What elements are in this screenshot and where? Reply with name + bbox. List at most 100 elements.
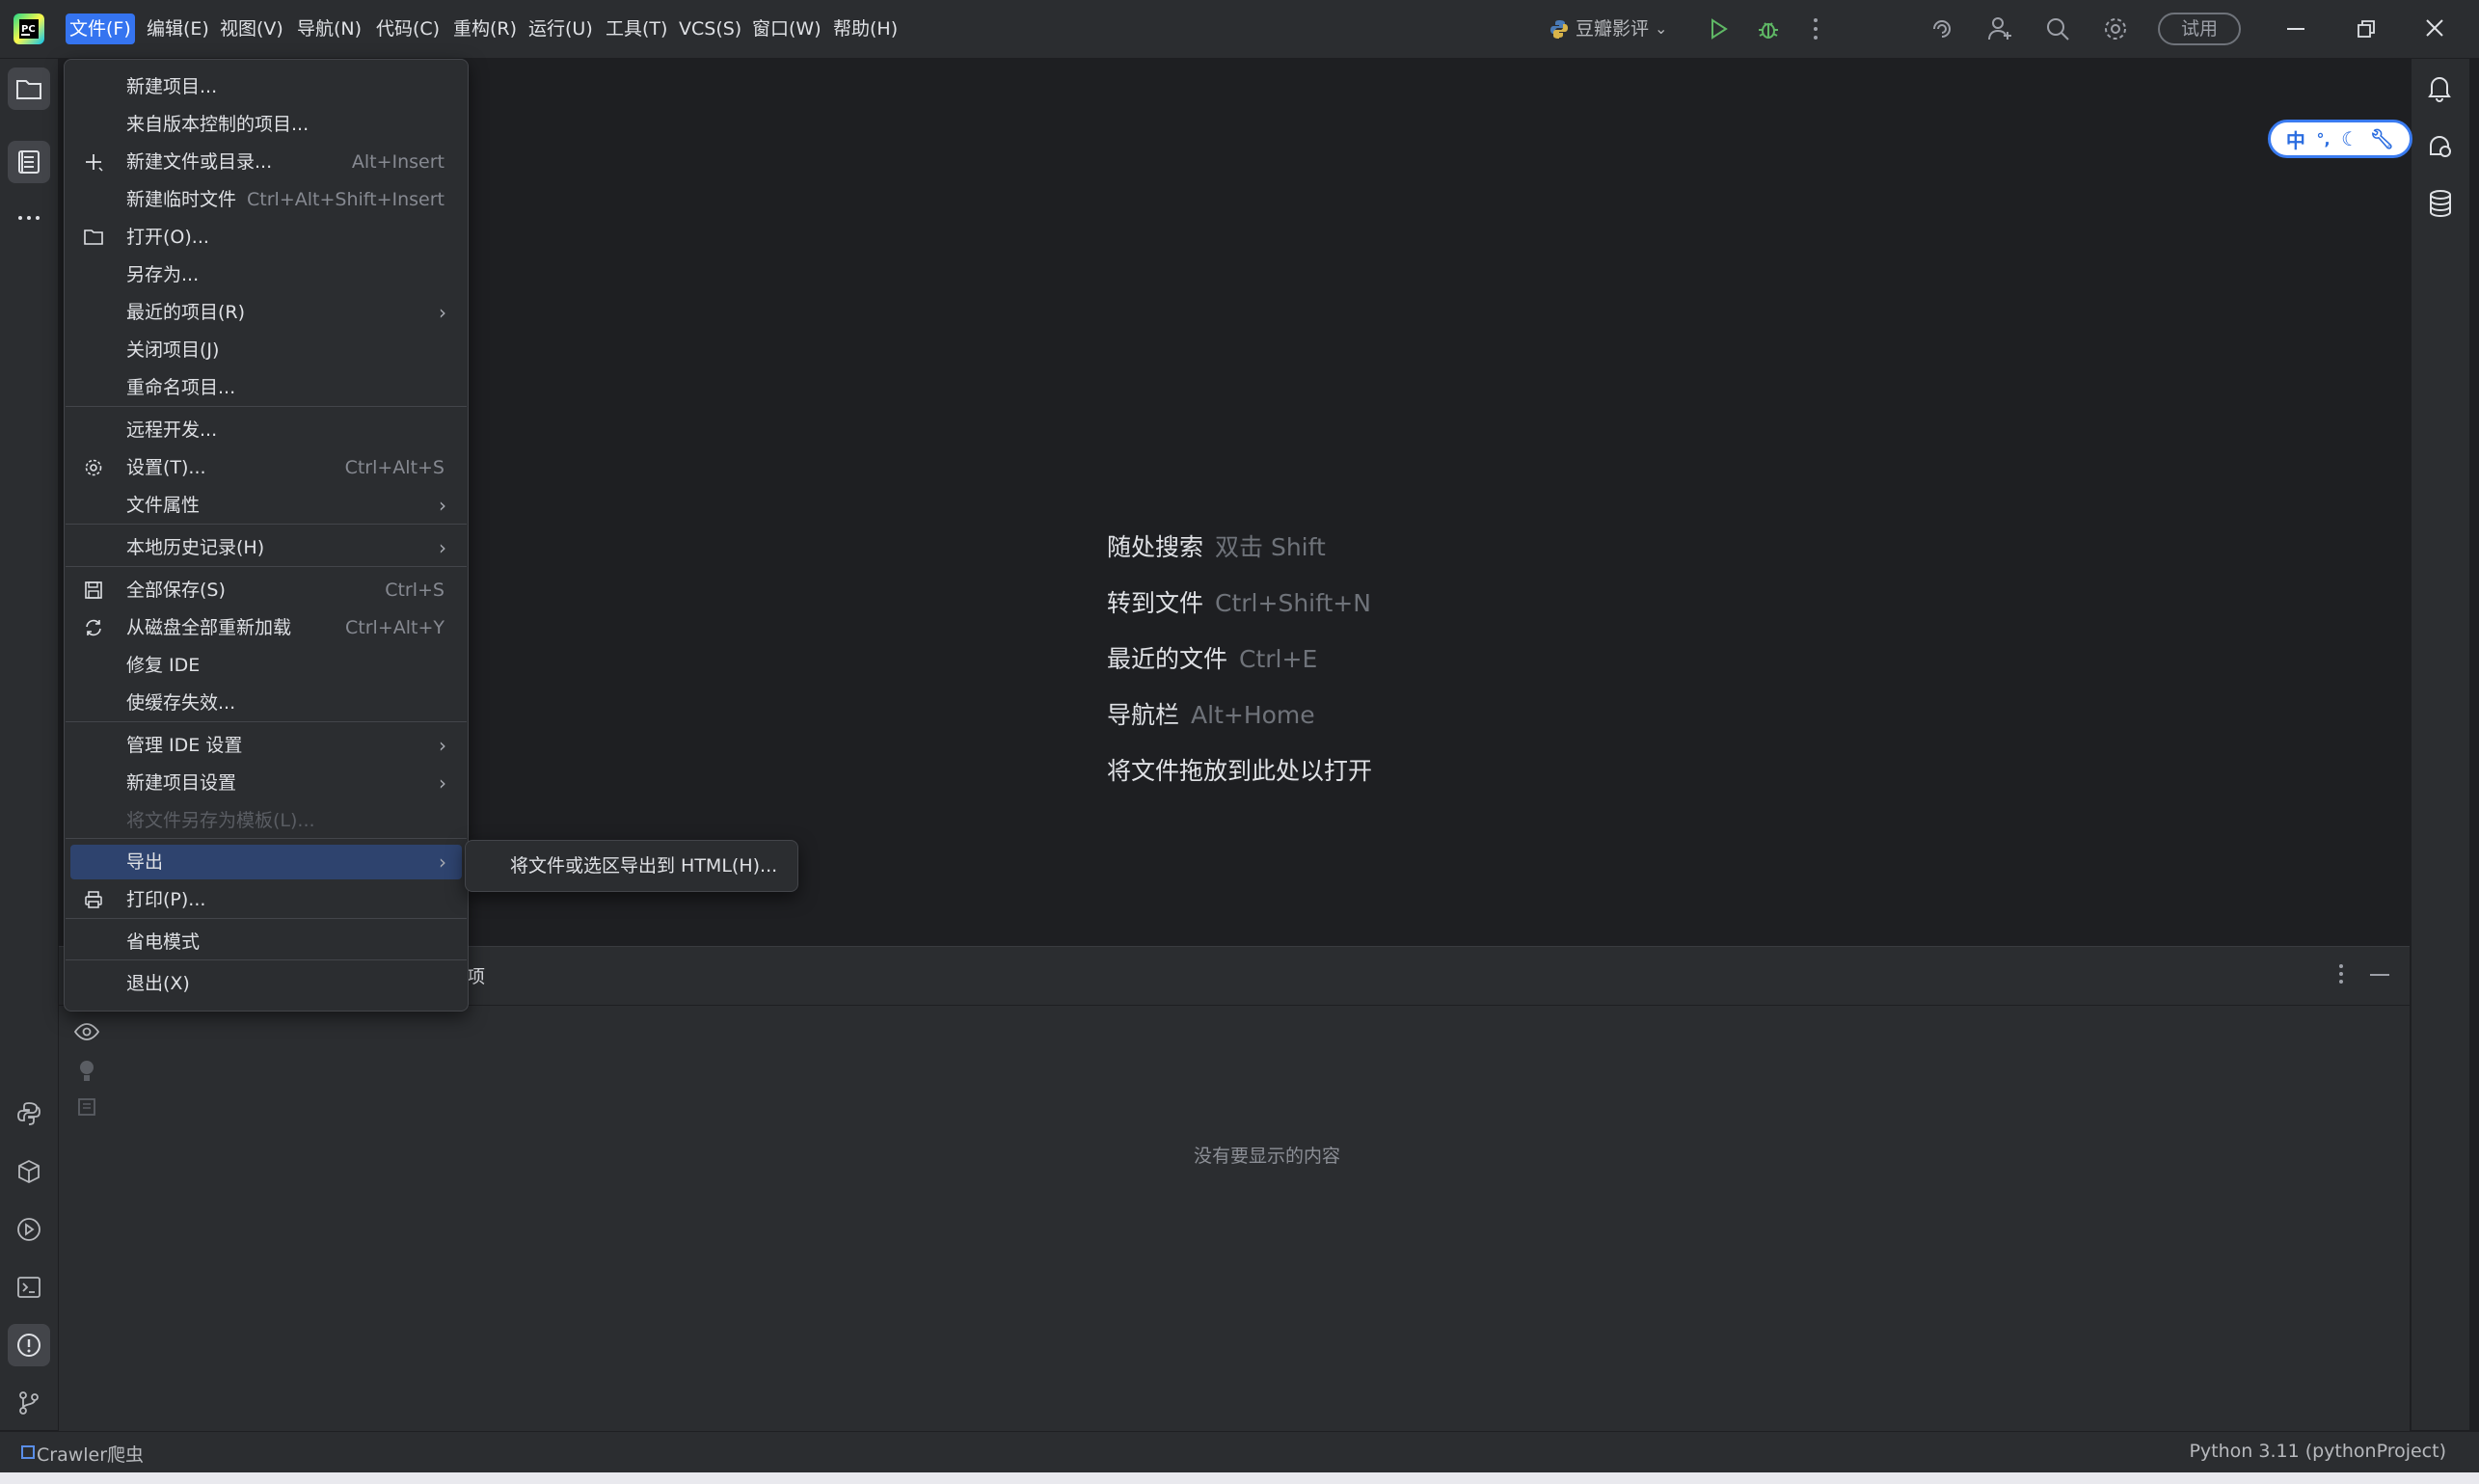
ime-toolbar[interactable]: 中 °, ☾ 🔧︎ [2268,120,2412,158]
problems-button[interactable] [8,1324,50,1366]
menu-item-label: 修复 IDE [126,655,201,676]
menu-item-label: 导出 [126,851,164,873]
file-menu-item[interactable]: 新建项目... [70,69,462,104]
menu-8[interactable]: 工具(T) [602,13,671,44]
menu-separator [66,721,467,722]
menu-5[interactable]: 代码(C) [372,13,444,44]
svg-text:PC: PC [21,24,36,35]
menu-9[interactable]: VCS(S) [675,13,745,44]
restore-icon[interactable] [2357,19,2376,39]
file-menu-item[interactable]: 关闭项目(J) [70,333,462,367]
tool-window-tab[interactable]: 项 [467,962,485,988]
empty-state-text: 没有要显示的内容 [1194,1146,1341,1167]
folder-icon [84,228,103,247]
menu-separator [66,918,467,919]
menu-item-label: 省电模式 [126,931,201,953]
file-menu-item[interactable]: 全部保存(S) Ctrl+S [70,573,462,607]
wrench-icon[interactable]: 🔧︎ [2370,127,2394,150]
terminal-button[interactable] [8,1266,50,1309]
hint-label: 导航栏 [1107,701,1180,729]
menu-1[interactable]: 文件(F) [66,13,135,44]
menu-3[interactable]: 视图(V) [216,13,287,44]
export-submenu: 将文件或选区导出到 HTML(H)... [465,840,798,892]
menu-6[interactable]: 重构(R) [449,13,521,44]
panel-options-icon[interactable] [2337,962,2345,985]
file-menu-item[interactable]: 设置(T)... Ctrl+Alt+S [70,450,462,485]
ellipsis-icon [18,216,40,220]
moon-icon[interactable]: ☾ [2341,127,2358,150]
python-console-button[interactable] [8,1093,50,1135]
menu-item-label: 新建临时文件 [126,189,237,210]
git-branch-icon [19,1391,39,1415]
hint-label: 将文件拖放到此处以打开 [1107,757,1373,785]
eye-icon[interactable] [73,1021,100,1042]
file-menu-item[interactable]: 远程开发... [70,413,462,447]
pycharm-logo-icon[interactable]: PC [13,13,44,44]
close-icon[interactable] [2424,17,2445,39]
project-breadcrumb[interactable]: Crawler爬虫 [37,1441,144,1467]
add-user-icon[interactable] [1986,14,2015,43]
file-menu-item[interactable]: 修复 IDE [70,648,462,683]
file-menu-item[interactable]: 从磁盘全部重新加载 Ctrl+Alt+Y [70,610,462,645]
file-menu-item[interactable]: 管理 IDE 设置 › [70,728,462,763]
run-icon[interactable] [1707,17,1730,40]
hint-row: 导航栏 Alt+Home [1107,696,1315,731]
export-to-html-item[interactable]: 将文件或选区导出到 HTML(H)... [510,841,777,891]
file-menu-item[interactable]: 省电模式 [70,925,462,959]
file-menu-item[interactable]: 来自版本控制的项目... [70,107,462,142]
settings-gear-icon[interactable] [2102,15,2129,42]
menu-10[interactable]: 窗口(W) [748,13,825,44]
menu-item-label: 新建文件或目录... [126,151,273,173]
services-button[interactable] [8,1208,50,1251]
menu-item-label: 新建项目设置 [126,772,237,794]
file-menu-item[interactable]: 最近的项目(R) › [70,295,462,330]
notifications-bell-icon[interactable] [2426,73,2453,102]
git-button[interactable] [8,1382,50,1424]
ai-assistant-icon[interactable] [1928,15,1955,42]
file-menu-item[interactable]: 退出(X) [70,966,462,1001]
hide-panel-icon[interactable] [2370,974,2389,976]
file-menu-item[interactable]: 另存为... [70,257,462,292]
interpreter-selector[interactable]: Python 3.11 (pythonProject) [2189,1441,2446,1462]
python-packages-button[interactable] [8,1150,50,1193]
trial-button[interactable]: 试用 [2158,13,2241,45]
search-icon[interactable] [2044,15,2071,42]
file-menu-item[interactable]: 新建临时文件 Ctrl+Alt+Shift+Insert [70,182,462,217]
file-menu-item[interactable]: 导出 › [70,845,462,879]
file-menu-item[interactable]: 使缓存失效... [70,686,462,720]
file-menu-item[interactable]: 重命名项目... [70,370,462,405]
project-tool-button[interactable] [8,67,50,110]
menu-item-label: 另存为... [126,264,200,285]
chevron-right-icon: › [439,771,446,795]
more-tools-button[interactable] [8,197,50,239]
database-icon[interactable] [2428,189,2453,218]
debug-icon[interactable] [1756,16,1781,41]
menu-11[interactable]: 帮助(H) [829,13,902,44]
ai-chat-icon[interactable] [2426,132,2455,161]
file-menu-item[interactable]: 新建文件或目录... Alt+Insert [70,145,462,179]
hint-label: 随处搜索 [1107,533,1204,561]
more-options-icon[interactable] [1811,15,1820,42]
ime-mode-label[interactable]: 中 [2286,125,2305,153]
menu-7[interactable]: 运行(U) [525,13,597,44]
file-menu-item[interactable]: 打开(O)... [70,220,462,255]
python-console-icon [17,1102,40,1125]
hint-shortcut: Ctrl+Shift+N [1215,589,1371,617]
structure-tool-button[interactable] [8,141,50,183]
ime-punctuation-icon[interactable]: °, [2316,130,2330,148]
menu-item-shortcut: Alt+Insert [351,151,445,173]
file-menu-item: 将文件另存为模板(L)... [70,803,462,838]
file-menu-item[interactable]: 新建项目设置 › [70,766,462,800]
python-icon [1550,20,1568,39]
run-config-selector[interactable]: 豆瓣影评 ⌄ [1549,13,1667,44]
menu-separator [66,959,467,960]
menu-4[interactable]: 导航(N) [293,13,365,44]
file-menu-item[interactable]: 打印(P)... [70,882,462,917]
folder-icon [16,80,41,99]
file-menu-item[interactable]: 文件属性 › [70,488,462,523]
menu-2[interactable]: 编辑(E) [143,13,213,44]
minimize-icon[interactable] [2287,28,2304,30]
menu-separator [66,406,467,407]
file-menu-item[interactable]: 本地历史记录(H) › [70,530,462,565]
chevron-down-icon: ⌄ [1655,19,1668,38]
